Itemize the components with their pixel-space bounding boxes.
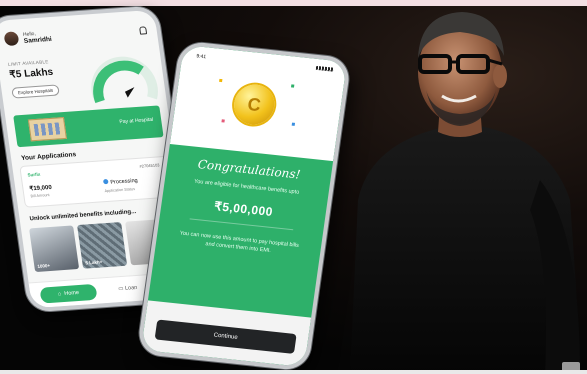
footer-area: Continue [140, 300, 312, 368]
promo-scene: Hello, Samridhi LIMIT AVAILABLE ₹5 Lakhs… [0, 0, 587, 374]
coin-glyph: C [246, 93, 263, 116]
pay-at-hospital-label: Pay at Hospital [119, 116, 154, 126]
benefit-tile[interactable]: 5 Lakh+ [77, 222, 128, 269]
unlock-title: Unlock unlimited benefits including... [29, 209, 137, 223]
avatar[interactable] [3, 31, 20, 47]
application-status-label: Application Status [104, 187, 136, 194]
benefit-tile-label: 5 Lakh+ [85, 259, 103, 266]
pay-at-hospital-banner[interactable]: Pay at Hospital [13, 105, 164, 148]
phone-center-screen: 9:41 C Congratulations! You are eligible… [140, 44, 348, 368]
application-amount-label: Bill Amount [30, 193, 50, 199]
status-dot-icon [102, 178, 109, 185]
status-time: 9:41 [195, 53, 207, 61]
eligible-text: You are eligible for healthcare benefits… [193, 178, 300, 196]
explore-hospitals-button[interactable]: Explore Hospitals [11, 84, 60, 99]
benefit-amount: ₹5,00,000 [213, 198, 274, 219]
limit-value: ₹5 Lakhs [8, 66, 54, 81]
application-id: #27045103 [139, 162, 160, 169]
home-icon: ⌂ [57, 291, 62, 298]
confetti-icon [291, 122, 296, 126]
gauge-pointer-icon [124, 87, 135, 98]
limit-label: LIMIT AVAILABLE [7, 59, 49, 67]
continue-button[interactable]: Continue [154, 319, 297, 354]
nav-loans-label: Loan [124, 284, 138, 292]
person-photo [350, 12, 582, 374]
applications-title: Your Applications [20, 151, 77, 162]
greeting-block: Hello, Samridhi [3, 29, 53, 47]
coin-icon: C [231, 82, 277, 127]
nav-home-label: Home [63, 290, 80, 297]
benefit-tile[interactable]: 1000+ [29, 225, 80, 273]
user-name: Samridhi [23, 35, 53, 45]
divider [189, 218, 294, 231]
confetti-icon [290, 84, 295, 88]
nav-loans[interactable]: ▭ Loan [118, 285, 138, 292]
ear [493, 64, 507, 88]
confetti-icon [221, 119, 225, 123]
bottom-strip [0, 370, 587, 374]
nav-home[interactable]: ⌂ Home [39, 283, 98, 304]
application-status: Processing [102, 177, 139, 186]
application-status-text: Processing [110, 177, 139, 186]
application-card[interactable]: Surfix #27045103 ₹19,000 Bill Amount Pro… [20, 156, 172, 207]
benefit-description: You can now use this amount to pay hospi… [179, 230, 300, 254]
confetti-icon [219, 78, 223, 83]
bell-icon[interactable] [139, 26, 148, 35]
application-brand: Surfix [27, 171, 41, 178]
application-amount: ₹19,000 [29, 184, 53, 193]
hospital-icon [27, 117, 67, 142]
benefit-tile-label: 1000+ [37, 263, 51, 269]
celebration-header: 9:41 C [169, 44, 348, 162]
